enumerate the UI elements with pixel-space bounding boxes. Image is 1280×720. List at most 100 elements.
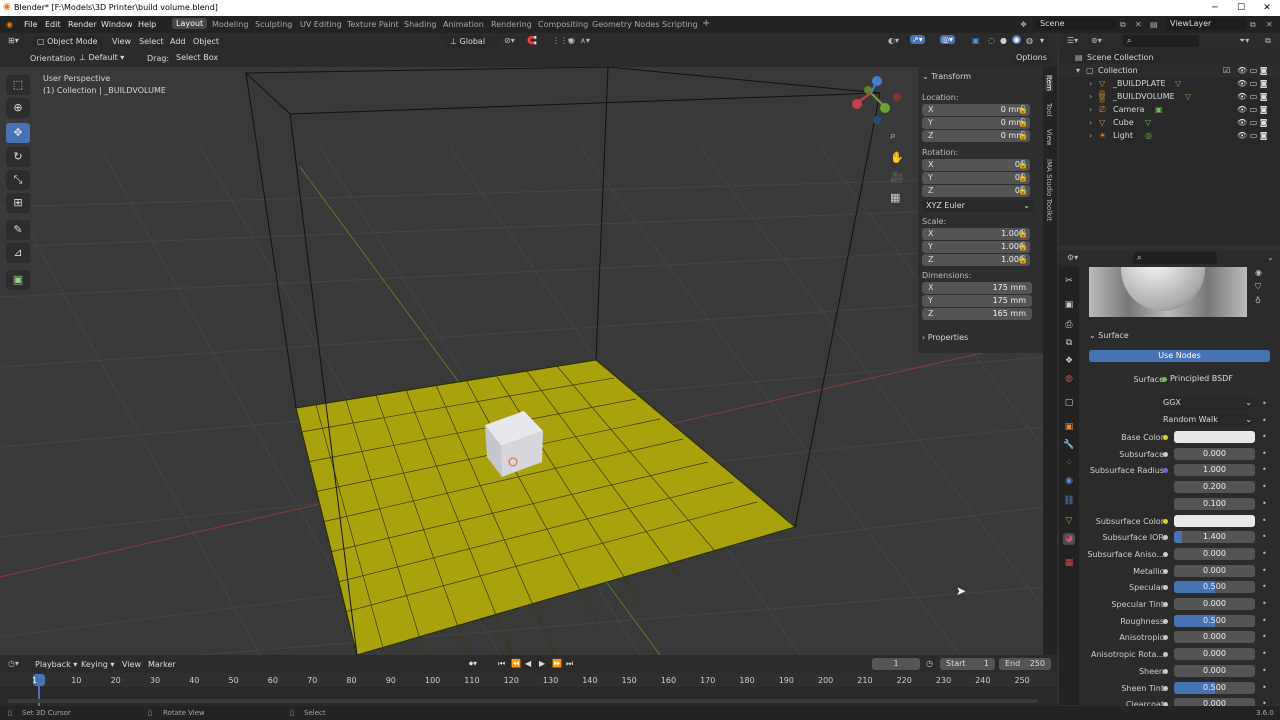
node-socket-icon[interactable]: [1163, 686, 1168, 691]
add-workspace-button[interactable]: +: [702, 18, 710, 29]
eye-icon[interactable]: 👁 ▭ ◙: [1237, 90, 1277, 103]
tab-item[interactable]: Item: [1045, 75, 1053, 91]
node-socket-icon[interactable]: [1163, 635, 1168, 640]
menu-file[interactable]: File: [24, 20, 37, 29]
scene-selector[interactable]: Scene: [1036, 18, 1116, 30]
tab-layout[interactable]: Layout: [172, 18, 208, 29]
menu-view[interactable]: View: [112, 37, 131, 46]
editor-type-icon[interactable]: ⊞▾: [8, 36, 19, 45]
filter-icon[interactable]: ⏷▾: [1239, 36, 1249, 46]
numeric-field[interactable]: 0.500: [1174, 581, 1255, 593]
display-mode-icon[interactable]: ⊛▾: [1091, 36, 1102, 45]
rendered-shading-icon[interactable]: ◍: [1026, 36, 1033, 45]
menu-add[interactable]: Add: [170, 37, 186, 46]
texture-properties-icon[interactable]: ▦: [1063, 557, 1075, 569]
keyframe-dot-icon[interactable]: •: [1262, 549, 1267, 558]
collection-properties-icon[interactable]: ▢: [1063, 397, 1075, 409]
menu-object[interactable]: Object: [193, 37, 219, 46]
use-nodes-button[interactable]: Use Nodes: [1089, 350, 1270, 362]
menu-edit[interactable]: Edit: [45, 20, 61, 29]
numeric-field[interactable]: 0.000: [1174, 448, 1255, 460]
tab-animation[interactable]: Animation: [443, 20, 484, 29]
scene-icon[interactable]: ❖: [1020, 20, 1027, 29]
keyframe-dot-icon[interactable]: •: [1262, 432, 1267, 441]
lock-icon[interactable]: 🔓: [1018, 255, 1028, 264]
properties-editor-icon[interactable]: ⚙▾: [1067, 253, 1078, 262]
node-socket-icon[interactable]: [1163, 535, 1168, 540]
record-icon[interactable]: ⏺▾: [469, 659, 477, 669]
node-socket-icon[interactable]: [1163, 452, 1168, 457]
node-socket-icon[interactable]: [1163, 519, 1168, 524]
keyframe-dot-icon[interactable]: •: [1262, 666, 1267, 675]
play-reverse-icon[interactable]: ◀: [525, 659, 531, 668]
keyframe-dot-icon[interactable]: •: [1262, 516, 1267, 525]
play-icon[interactable]: ▶: [539, 659, 545, 668]
build-plate[interactable]: [295, 359, 797, 655]
scale-z-field[interactable]: Z 1.000: [922, 254, 1030, 266]
delete-view-layer-icon[interactable]: ✕: [1266, 20, 1273, 29]
close-button[interactable]: ✕: [1254, 0, 1280, 16]
maximize-button[interactable]: ☐: [1228, 0, 1254, 16]
delete-scene-icon[interactable]: ✕: [1135, 20, 1142, 29]
keyframe-dot-icon[interactable]: •: [1262, 683, 1267, 692]
color-swatch[interactable]: [1174, 431, 1255, 443]
keyframe-dot-icon[interactable]: •: [1262, 482, 1267, 491]
particle-properties-icon[interactable]: ⁘: [1063, 457, 1075, 469]
world-properties-icon[interactable]: ◍: [1063, 373, 1075, 385]
menu-marker[interactable]: Marker: [148, 660, 176, 669]
new-collection-icon[interactable]: ⧉: [1265, 36, 1271, 46]
node-socket-icon[interactable]: [1163, 468, 1168, 473]
lock-icon[interactable]: 🔓: [1018, 229, 1028, 238]
move-tool[interactable]: ✥: [6, 123, 30, 143]
keyframe-dot-icon[interactable]: •: [1262, 632, 1267, 641]
eye-icon[interactable]: 👁 ▭ ◙: [1237, 116, 1277, 129]
color-swatch[interactable]: [1174, 515, 1255, 527]
scene-properties-icon[interactable]: ❖: [1063, 355, 1075, 367]
keyframe-dot-icon[interactable]: •: [1262, 416, 1267, 425]
keyframe-dot-icon[interactable]: •: [1262, 649, 1267, 658]
zoom-icon[interactable]: ⌕: [890, 129, 896, 143]
scale-tool[interactable]: ⤡: [6, 170, 30, 190]
tab-view[interactable]: View: [1045, 129, 1053, 146]
view-layer-selector[interactable]: ViewLayer: [1166, 18, 1246, 30]
new-view-layer-icon[interactable]: ⧉: [1250, 20, 1256, 30]
perspective-toggle-icon[interactable]: ▦: [890, 191, 900, 204]
add-cube-tool[interactable]: ▣: [6, 270, 30, 290]
tab-ima-studio-toolkit[interactable]: IMA Studio Toolkit: [1045, 159, 1053, 221]
rotation-y-field[interactable]: Y 0°: [922, 172, 1030, 184]
menu-keying[interactable]: Keying ▾: [81, 660, 114, 669]
menu-help[interactable]: Help: [138, 20, 156, 29]
material-shading-icon[interactable]: ◉: [1012, 35, 1021, 44]
render-properties-icon[interactable]: ▣: [1063, 299, 1075, 311]
timeline-scrollbar[interactable]: [8, 699, 1038, 703]
orientation-selector[interactable]: ⊥ Default ▾: [75, 52, 137, 64]
surface-shader-selector[interactable]: Principled BSDF: [1170, 373, 1250, 385]
keyframe-dot-icon[interactable]: •: [1262, 616, 1267, 625]
properties-panel-header[interactable]: › Properties: [922, 333, 968, 342]
eye-icon[interactable]: 👁 ▭ ◙: [1237, 129, 1277, 142]
jump-keyframe-back-icon[interactable]: ⏪: [511, 659, 521, 668]
numeric-field[interactable]: 0.000: [1174, 598, 1255, 610]
node-socket-icon[interactable]: [1163, 669, 1168, 674]
data-properties-icon[interactable]: ▽: [1063, 515, 1075, 527]
tab-scripting[interactable]: Scripting: [662, 20, 698, 29]
object-properties-icon[interactable]: ▣: [1063, 421, 1075, 433]
pan-hand-icon[interactable]: ✋: [890, 151, 904, 164]
transform-tool[interactable]: ⊞: [6, 193, 30, 213]
gizmo-toggle-icon[interactable]: ↗▾: [910, 35, 925, 44]
modifier-properties-icon[interactable]: 🔧: [1063, 439, 1075, 451]
numeric-field[interactable]: 0.000: [1174, 565, 1255, 577]
tab-shading[interactable]: Shading: [404, 20, 437, 29]
timeline-editor-icon[interactable]: ◷▾: [8, 659, 19, 668]
lock-icon[interactable]: 🔓: [1018, 160, 1028, 169]
solid-shading-icon[interactable]: ●: [1000, 36, 1007, 45]
numeric-field[interactable]: 0.200: [1174, 481, 1255, 493]
keyframe-dot-icon[interactable]: •: [1262, 582, 1267, 591]
preview-shirt-icon[interactable]: ⛉: [1255, 282, 1261, 292]
node-socket-icon[interactable]: [1163, 569, 1168, 574]
physics-properties-icon[interactable]: ◉: [1063, 475, 1075, 487]
preview-sphere-icon[interactable]: ◉: [1255, 268, 1262, 277]
cursor-tool[interactable]: ⊕: [6, 98, 30, 118]
measure-tool[interactable]: ⊿: [6, 243, 30, 263]
numeric-field[interactable]: 0.100: [1174, 498, 1255, 510]
